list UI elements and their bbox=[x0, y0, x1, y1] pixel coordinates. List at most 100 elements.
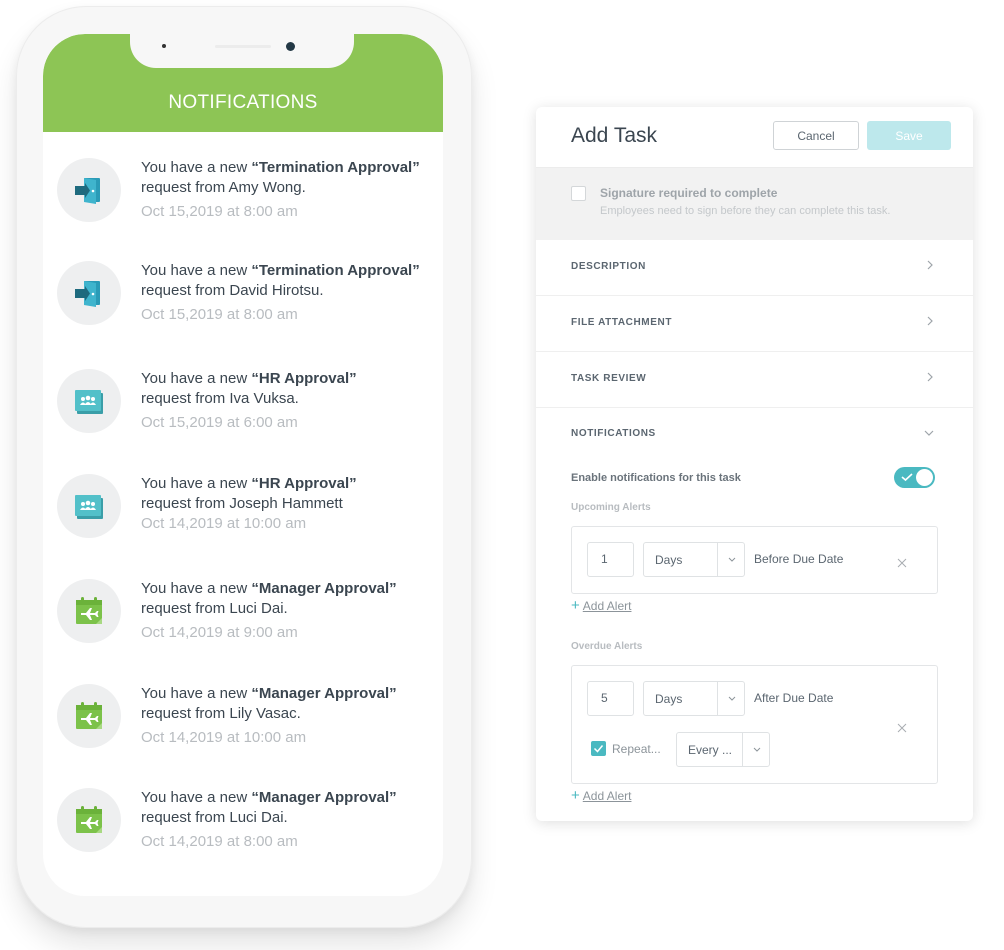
speaker-grille bbox=[215, 45, 271, 48]
repeat-label: Repeat... bbox=[612, 742, 661, 756]
notification-prefix: You have a new bbox=[141, 159, 252, 176]
remove-alert-icon[interactable] bbox=[897, 723, 907, 733]
upcoming-unit-select[interactable]: Days bbox=[643, 542, 745, 577]
repeat-checkbox[interactable] bbox=[591, 741, 606, 756]
overdue-alerts-label: Overdue Alerts bbox=[571, 641, 643, 652]
chevron-down-icon bbox=[728, 557, 736, 562]
phone-notch bbox=[130, 34, 354, 68]
notification-prefix: You have a new bbox=[141, 475, 252, 492]
overdue-unit-select[interactable]: Days bbox=[643, 681, 745, 716]
notification-time: Oct 14,2019 at 10:00 am bbox=[141, 515, 307, 532]
calendar-plane-icon bbox=[57, 579, 121, 643]
overdue-relation-text: After Due Date bbox=[754, 691, 834, 705]
chevron-right-icon bbox=[927, 260, 933, 270]
select-divider bbox=[717, 682, 718, 715]
overdue-amount-input[interactable]: 5 bbox=[587, 681, 634, 716]
notification-prefix: You have a new bbox=[141, 580, 252, 597]
notification-item[interactable]: You have a new “Manager Approval” reques… bbox=[43, 684, 443, 774]
notification-requester: request from Iva Vuksa. bbox=[141, 390, 299, 407]
notification-item[interactable]: You have a new “HR Approval” request fro… bbox=[43, 474, 443, 564]
signature-checkbox[interactable] bbox=[571, 186, 586, 201]
calendar-plane-icon bbox=[57, 788, 121, 852]
remove-alert-icon[interactable] bbox=[897, 558, 907, 568]
section-file-attachment[interactable]: FILE ATTACHMENT bbox=[536, 296, 973, 352]
upcoming-add-alert-link[interactable]: + Add Alert bbox=[571, 597, 631, 614]
notification-requester: request from Amy Wong. bbox=[141, 179, 306, 196]
section-description[interactable]: DESCRIPTION bbox=[536, 240, 973, 296]
notification-item[interactable]: You have a new “HR Approval” request fro… bbox=[43, 369, 443, 459]
notification-requester: request from Lily Vasac. bbox=[141, 705, 301, 722]
notification-time: Oct 14,2019 at 9:00 am bbox=[141, 624, 298, 641]
select-divider bbox=[742, 733, 743, 766]
phone-screen: NOTIFICATIONS You have a new “Terminatio… bbox=[43, 34, 443, 896]
signature-subtitle: Employees need to sign before they can c… bbox=[600, 205, 891, 217]
add-alert-label: Add Alert bbox=[582, 599, 632, 613]
upcoming-relation-text: Before Due Date bbox=[754, 552, 844, 566]
sensor-dot bbox=[162, 44, 166, 48]
notification-time: Oct 14,2019 at 8:00 am bbox=[141, 833, 298, 850]
section-label: DESCRIPTION bbox=[571, 261, 646, 272]
notification-item[interactable]: You have a new “Manager Approval” reques… bbox=[43, 579, 443, 669]
select-value: Days bbox=[655, 553, 683, 567]
notification-requester: request from Luci Dai. bbox=[141, 600, 288, 617]
upcoming-alerts-label: Upcoming Alerts bbox=[571, 502, 651, 513]
notification-requester: request from Joseph Hammett bbox=[141, 495, 343, 512]
notification-type: “Termination Approval” bbox=[251, 159, 420, 176]
notification-type: “HR Approval” bbox=[251, 370, 357, 387]
notification-text: You have a new “HR Approval” request fro… bbox=[141, 369, 441, 433]
notification-item[interactable]: You have a new “Manager Approval” reques… bbox=[43, 788, 443, 878]
section-label: NOTIFICATIONS bbox=[571, 428, 656, 439]
save-button[interactable]: Save bbox=[867, 121, 951, 150]
notification-type: “Manager Approval” bbox=[251, 685, 397, 702]
notification-item[interactable]: You have a new “Termination Approval” re… bbox=[43, 261, 443, 351]
notifications-title: NOTIFICATIONS bbox=[168, 92, 318, 113]
repeat-frequency-select[interactable]: Every ... bbox=[676, 732, 770, 767]
enable-notifications-toggle[interactable] bbox=[894, 467, 935, 488]
overdue-add-alert-link[interactable]: + Add Alert bbox=[571, 787, 631, 804]
overdue-alert-row: 5 Days After Due Date Repeat... Every ..… bbox=[571, 665, 938, 784]
door-exit-icon bbox=[57, 158, 121, 222]
notification-time: Oct 15,2019 at 8:00 am bbox=[141, 203, 298, 220]
notification-type: “HR Approval” bbox=[251, 475, 357, 492]
notification-requester: request from Luci Dai. bbox=[141, 809, 288, 826]
notification-requester: request from David Hirotsu. bbox=[141, 282, 324, 299]
notification-prefix: You have a new bbox=[141, 370, 252, 387]
phone-mockup: NOTIFICATIONS You have a new “Terminatio… bbox=[16, 6, 472, 928]
upcoming-amount-input[interactable]: 1 bbox=[587, 542, 634, 577]
notification-text: You have a new “Manager Approval” reques… bbox=[141, 684, 441, 748]
notification-time: Oct 14,2019 at 10:00 am bbox=[141, 729, 307, 746]
signature-title: Signature required to complete bbox=[600, 186, 778, 200]
check-icon bbox=[593, 745, 604, 753]
plus-icon: + bbox=[571, 597, 580, 614]
notification-item[interactable]: You have a new “Termination Approval” re… bbox=[43, 158, 443, 248]
notification-text: You have a new “Termination Approval” re… bbox=[141, 158, 441, 222]
panel-title: Add Task bbox=[571, 124, 657, 147]
toggle-knob bbox=[916, 469, 933, 486]
front-camera bbox=[286, 42, 295, 51]
cancel-button[interactable]: Cancel bbox=[773, 121, 859, 150]
upcoming-alert-row: 1 Days Before Due Date bbox=[571, 526, 938, 594]
notification-text: You have a new “HR Approval” request fro… bbox=[141, 474, 441, 534]
section-label: TASK REVIEW bbox=[571, 373, 647, 384]
panel-header: Add Task Cancel Save bbox=[536, 107, 973, 168]
notification-prefix: You have a new bbox=[141, 262, 252, 279]
section-notifications[interactable]: NOTIFICATIONS bbox=[536, 407, 973, 447]
chevron-down-icon bbox=[924, 430, 934, 436]
notification-text: You have a new “Termination Approval” re… bbox=[141, 261, 441, 325]
section-task-review[interactable]: TASK REVIEW bbox=[536, 352, 973, 408]
plus-icon: + bbox=[571, 787, 580, 804]
chevron-right-icon bbox=[927, 316, 933, 326]
notification-text: You have a new “Manager Approval” reques… bbox=[141, 579, 441, 643]
select-value: Days bbox=[655, 692, 683, 706]
add-alert-label: Add Alert bbox=[582, 789, 632, 803]
select-divider bbox=[717, 543, 718, 576]
notification-type: “Manager Approval” bbox=[251, 789, 397, 806]
chevron-right-icon bbox=[927, 372, 933, 382]
check-icon bbox=[901, 473, 913, 482]
section-label: FILE ATTACHMENT bbox=[571, 317, 673, 328]
calendar-plane-icon bbox=[57, 684, 121, 748]
notification-time: Oct 15,2019 at 6:00 am bbox=[141, 414, 298, 431]
notification-prefix: You have a new bbox=[141, 685, 252, 702]
chevron-down-icon bbox=[728, 696, 736, 701]
people-folder-icon bbox=[57, 474, 121, 538]
